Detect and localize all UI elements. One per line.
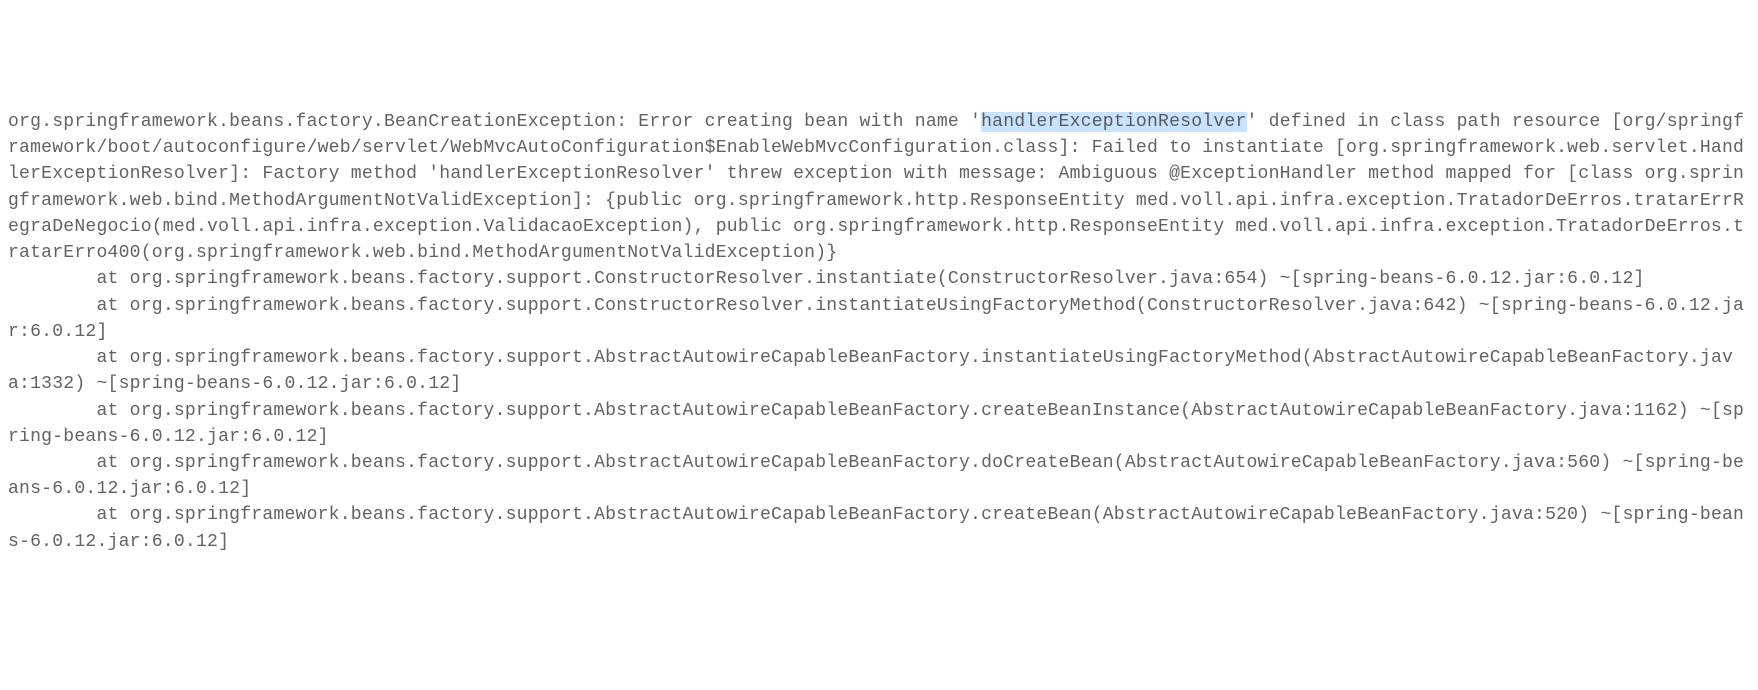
stacktrace-block[interactable]: org.springframework.beans.factory.BeanCr…: [8, 109, 1750, 555]
stacktrace-text-after-highlight: ' defined in class path resource [org/sp…: [8, 112, 1744, 552]
stacktrace-text-before-highlight: org.springframework.beans.factory.BeanCr…: [8, 112, 981, 132]
selected-text: handlerExceptionResolver: [981, 112, 1246, 132]
